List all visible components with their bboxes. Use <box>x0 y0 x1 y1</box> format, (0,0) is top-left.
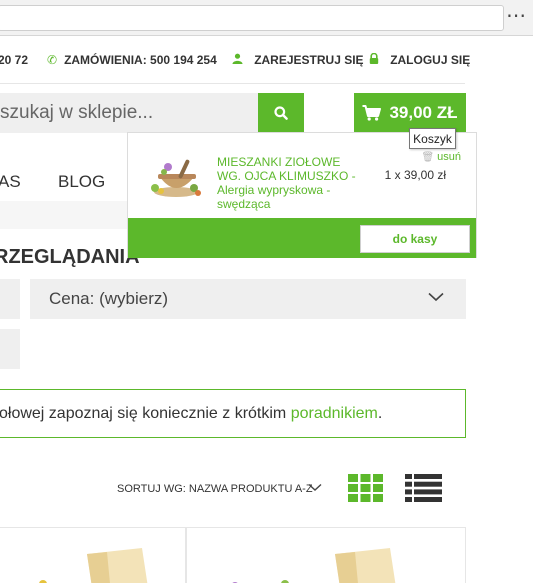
remove-label: usuń <box>437 151 461 163</box>
search-button[interactable] <box>258 93 304 133</box>
nav-item-partial[interactable]: AS <box>0 172 21 192</box>
grid-view-icon[interactable] <box>348 474 383 502</box>
divider <box>0 83 465 84</box>
product-image <box>232 548 396 583</box>
cart-icon <box>362 105 382 121</box>
product-image <box>39 548 148 583</box>
sort-select[interactable]: SORTUJ WG: NAZWA PRODUKTU A-Z <box>117 483 313 495</box>
cart-button[interactable]: 39,00 ZŁ <box>354 93 466 133</box>
trash-icon: 🗑 <box>421 151 435 163</box>
remove-button[interactable]: 🗑 usuń <box>421 151 461 163</box>
filter-select[interactable] <box>0 279 20 319</box>
chevron-down-icon[interactable] <box>308 483 322 492</box>
info-notice: ołowej zapoznaj się koniecznie z krótkim… <box>0 389 466 438</box>
product-thumbnail[interactable] <box>146 155 204 201</box>
register-link[interactable]: ZAREJESTRUJ SIĘ <box>232 53 364 67</box>
page: ⋯ 20 72 ✆ ZAMÓWIENIA: 500 194 254 ZAREJES… <box>0 0 533 583</box>
guide-link[interactable]: poradnikiem <box>291 405 378 422</box>
search-input[interactable]: szukaj w sklepie... <box>0 93 258 133</box>
page-title: RZEGLĄDANIA <box>0 246 140 268</box>
product-card[interactable] <box>0 527 186 583</box>
register-label: ZAREJESTRUJ SIĘ <box>254 53 364 67</box>
address-bar[interactable] <box>0 5 504 31</box>
user-icon <box>232 53 247 67</box>
cart-item-quantity: 1 x 39,00 zł <box>384 168 446 182</box>
chevron-down-icon <box>428 292 444 302</box>
filter-select[interactable] <box>0 329 20 369</box>
price-filter-select[interactable]: Cena: (wybierz) <box>30 279 466 319</box>
cart-dropdown-footer: do kasy <box>128 218 476 258</box>
search-icon <box>274 106 288 120</box>
nav-submenu-strip <box>0 201 128 229</box>
cart-item-name[interactable]: MIESZANKI ZIOŁOWE WG. OJCA KLIMUSZKO - A… <box>217 155 367 211</box>
checkout-button[interactable]: do kasy <box>360 225 470 253</box>
info-text: ołowej zapoznaj się koniecznie z krótkim <box>0 405 291 422</box>
list-view-icon[interactable] <box>405 474 442 502</box>
more-dots-icon[interactable]: ⋯ <box>506 5 527 25</box>
lock-icon <box>369 52 383 67</box>
info-tail: . <box>377 405 383 422</box>
nav-item-blog[interactable]: BLOG <box>58 172 105 192</box>
cart-dropdown: MIESZANKI ZIOŁOWE WG. OJCA KLIMUSZKO - A… <box>127 132 477 258</box>
orders-label: ZAMÓWIENIA: 500 194 254 <box>64 53 217 67</box>
browser-toolbar: ⋯ <box>0 0 533 36</box>
cart-tooltip: Koszyk <box>409 128 456 149</box>
orders-phone[interactable]: ✆ ZAMÓWIENIA: 500 194 254 <box>47 53 217 67</box>
product-card[interactable] <box>186 527 466 583</box>
login-label: ZALOGUJ SIĘ <box>390 53 471 67</box>
phone-icon: ✆ <box>47 53 58 67</box>
cart-total: 39,00 ZŁ <box>389 103 458 122</box>
top-contact-bar: 20 72 ✆ ZAMÓWIENIA: 500 194 254 ZAREJESTR… <box>0 36 533 84</box>
phone-number[interactable]: 20 72 <box>0 53 28 67</box>
login-link[interactable]: ZALOGUJ SIĘ <box>369 52 471 67</box>
